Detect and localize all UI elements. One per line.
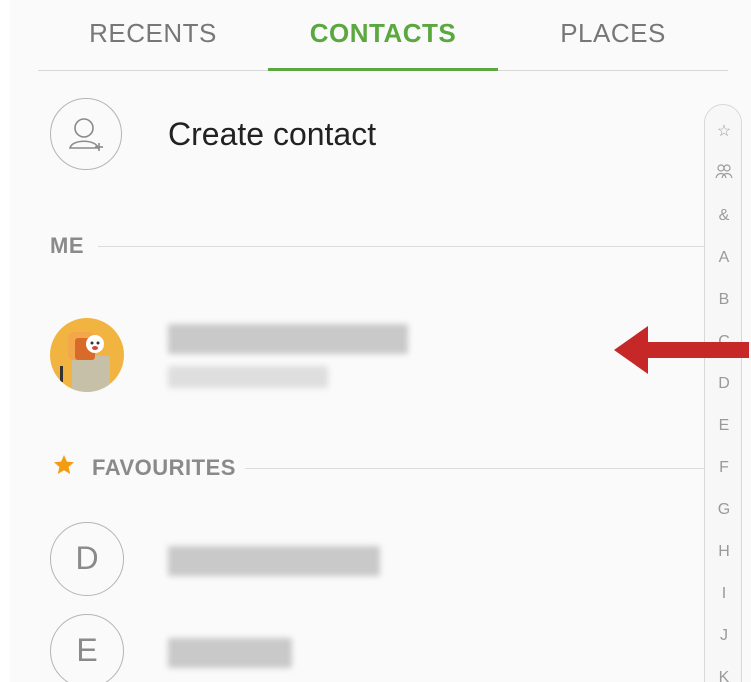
star-icon: [54, 455, 74, 474]
alphabet-index-scroller[interactable]: ☆ & A B C D E F G H I J K: [704, 104, 742, 682]
index-item[interactable]: K: [705, 669, 743, 682]
tab-contacts[interactable]: CONTACTS: [268, 18, 498, 49]
index-item[interactable]: F: [705, 459, 743, 477]
index-item[interactable]: I: [705, 585, 743, 603]
contact-item[interactable]: D: [50, 522, 650, 598]
contact-name-redacted: [168, 638, 292, 668]
index-item[interactable]: &: [705, 207, 743, 225]
create-contact-button[interactable]: Create contact: [50, 98, 650, 172]
letter-avatar: D: [50, 522, 124, 596]
tab-places[interactable]: PLACES: [498, 18, 728, 49]
index-item[interactable]: A: [705, 249, 743, 267]
tab-bar: RECENTS CONTACTS PLACES: [38, 0, 728, 71]
avatar: [50, 318, 124, 392]
active-tab-indicator: [268, 68, 498, 71]
contact-name-redacted: [168, 324, 408, 354]
index-group-icon[interactable]: [705, 163, 743, 184]
index-item[interactable]: E: [705, 417, 743, 435]
tab-recents[interactable]: RECENTS: [38, 18, 268, 49]
contact-item[interactable]: E: [50, 614, 650, 682]
section-label-favourites: FAVOURITES: [92, 455, 236, 480]
divider: [245, 468, 706, 469]
index-item[interactable]: G: [705, 501, 743, 519]
create-contact-label: Create contact: [168, 116, 377, 152]
index-item[interactable]: H: [705, 543, 743, 561]
letter-avatar: E: [50, 614, 124, 682]
contact-detail-redacted: [168, 366, 328, 388]
divider: [98, 246, 706, 247]
index-favourites-star[interactable]: ☆: [705, 121, 743, 141]
index-item[interactable]: B: [705, 291, 743, 309]
add-person-icon: [50, 98, 122, 170]
section-header-me: ME: [50, 230, 706, 260]
red-arrow-left-icon: [614, 326, 749, 374]
contact-item-me[interactable]: [50, 318, 650, 394]
section-label-me: ME: [50, 233, 84, 258]
index-item[interactable]: J: [705, 627, 743, 645]
section-header-favourites: FAVOURITES: [50, 452, 706, 482]
contact-name-redacted: [168, 546, 380, 576]
